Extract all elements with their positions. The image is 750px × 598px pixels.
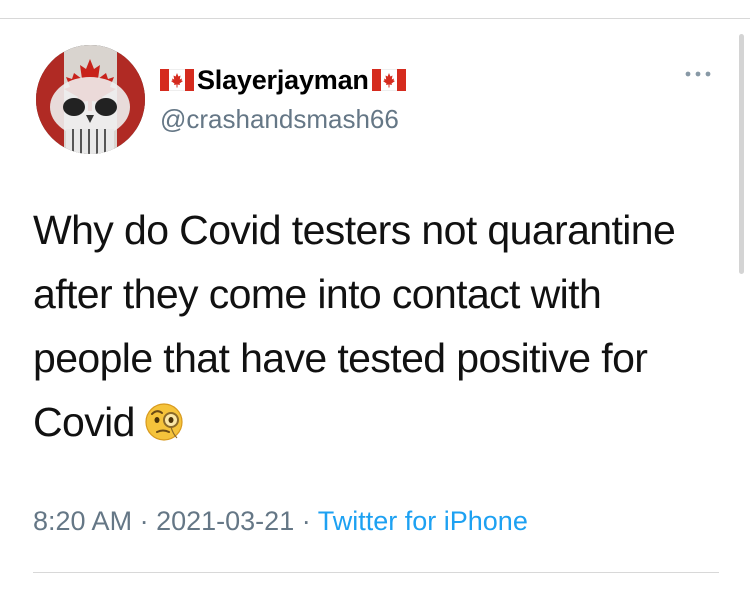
tweet-date[interactable]: 2021-03-21	[156, 506, 294, 536]
tweet-meta: 8:20 AM · 2021-03-21 · Twitter for iPhon…	[33, 506, 528, 537]
display-name[interactable]: Slayerjayman	[197, 65, 369, 96]
tweet-text-line: after they come into contact with	[33, 271, 602, 317]
canada-flag-icon	[371, 69, 406, 91]
meta-separator: ·	[139, 506, 149, 536]
canada-flag-icon	[160, 69, 194, 91]
bottom-divider	[33, 572, 719, 573]
scrollbar[interactable]	[739, 34, 744, 274]
top-divider	[0, 18, 750, 19]
punisher-skull-avatar-icon	[36, 45, 145, 154]
author-handle[interactable]: @crashandsmash66	[160, 104, 399, 135]
tweet-source-link[interactable]: Twitter for iPhone	[318, 506, 528, 536]
face-with-monocle-icon	[145, 403, 183, 441]
tweet-time[interactable]: 8:20 AM	[33, 506, 132, 536]
more-horizontal-icon[interactable]	[681, 66, 715, 82]
tweet-text-line-last: Covid	[33, 390, 733, 454]
author-name-row[interactable]: Slayerjayman	[160, 62, 406, 98]
tweet-text-line: people that have tested positive for	[33, 335, 648, 381]
avatar[interactable]	[36, 45, 145, 154]
tweet-text: Why do Covid testers not quarantine afte…	[33, 198, 733, 454]
tweet-text-line: Covid	[33, 399, 135, 445]
tweet-text-line: Why do Covid testers not quarantine	[33, 207, 676, 253]
meta-separator: ·	[301, 506, 311, 536]
